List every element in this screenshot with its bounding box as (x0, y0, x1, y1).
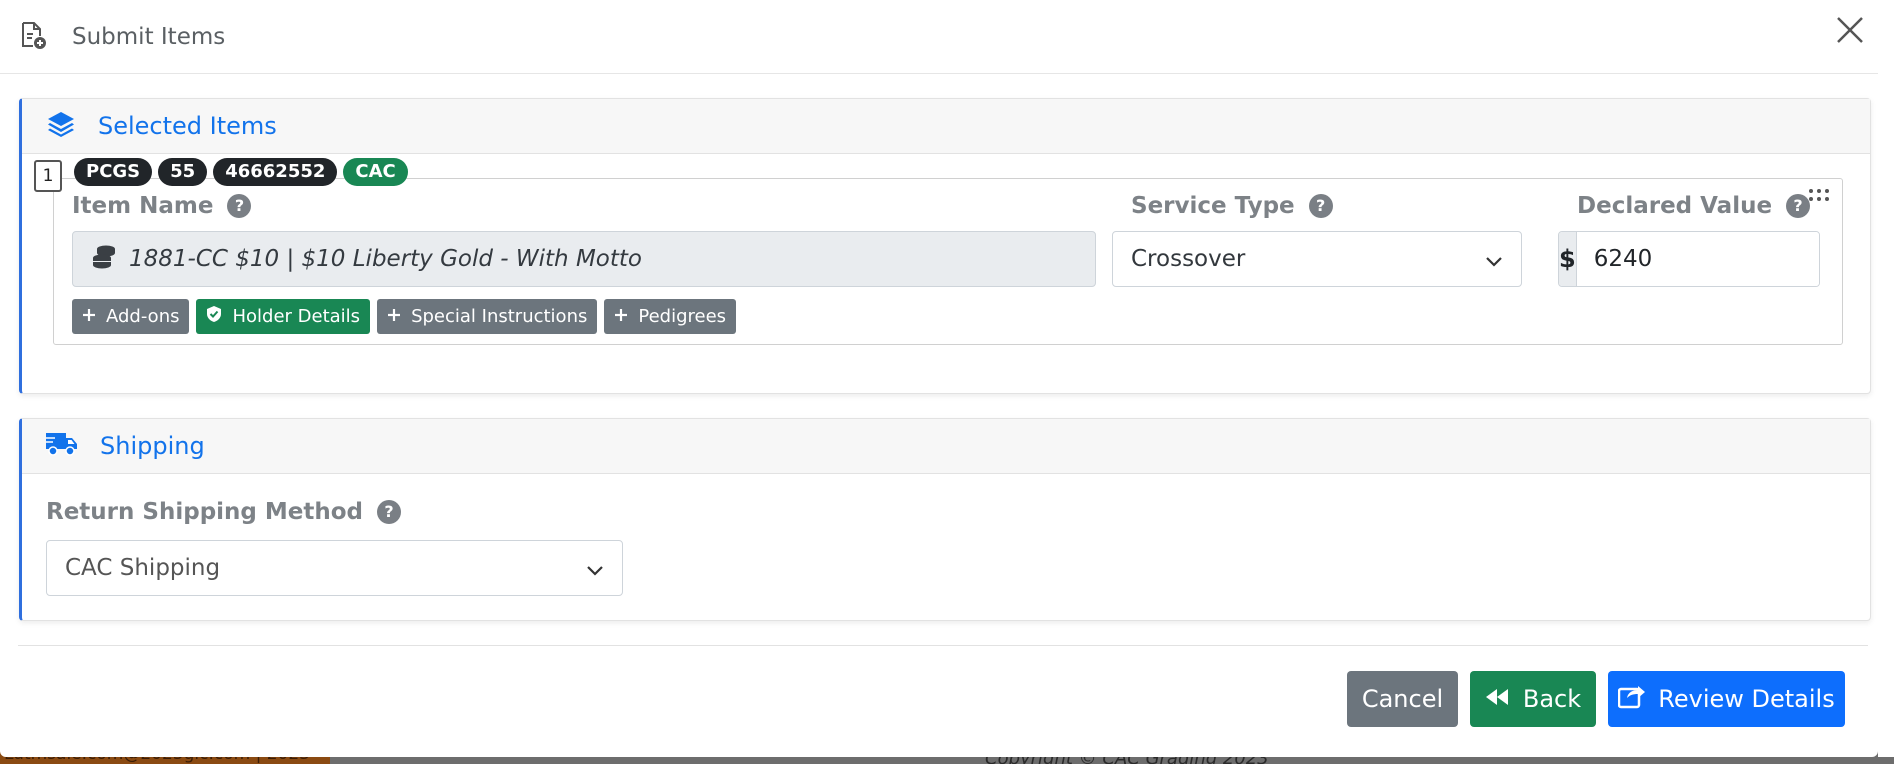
currency-prefix: $ (1559, 232, 1577, 286)
help-icon[interactable]: ? (1308, 194, 1333, 218)
shipping-card: Shipping Return Shipping Method ? CAC Sh… (19, 418, 1871, 621)
item-actions: Add-ons Holder Details Special Instructi… (72, 299, 737, 334)
add-ons-button[interactable]: Add-ons (72, 299, 190, 334)
help-icon[interactable]: ? (227, 194, 252, 218)
service-type-label: Service Type ? (1131, 193, 1333, 219)
selected-items-card: Selected Items Item Name ? 1881-CC $10 |… (19, 98, 1871, 394)
shield-check-icon (206, 305, 222, 328)
cert-number-badge: 46662552 (213, 158, 338, 186)
chevron-down-icon (586, 559, 604, 585)
plus-icon (387, 306, 401, 327)
service-type-value: Crossover (1131, 246, 1246, 272)
file-add-icon (18, 20, 48, 54)
selected-items-title: Selected Items (98, 112, 277, 140)
truck-icon (45, 431, 78, 461)
back-button[interactable]: Back (1470, 671, 1596, 727)
footer-divider (18, 645, 1868, 646)
pedigrees-button[interactable]: Pedigrees (604, 299, 737, 334)
plus-icon (82, 306, 96, 327)
backward-icon (1485, 685, 1511, 713)
chevron-down-icon (1485, 250, 1503, 276)
holder-details-button[interactable]: Holder Details (196, 299, 371, 334)
drag-handle-icon[interactable] (1808, 187, 1830, 206)
declared-value-label: Declared Value ? (1577, 193, 1811, 219)
close-icon (1835, 15, 1865, 49)
item-name-field: 1881-CC $10 | $10 Liberty Gold - With Mo… (72, 231, 1096, 287)
special-instructions-button[interactable]: Special Instructions (377, 299, 598, 334)
selected-items-header: Selected Items (22, 99, 1870, 154)
help-icon[interactable]: ? (377, 500, 402, 524)
share-icon (1618, 683, 1646, 715)
item-name-label: Item Name ? (72, 193, 252, 219)
return-shipping-value: CAC Shipping (65, 555, 221, 581)
help-icon[interactable]: ? (1786, 194, 1811, 218)
shipping-header: Shipping (22, 419, 1870, 474)
submit-items-modal: Submit Items Selected Items Item Name ? … (0, 0, 1878, 757)
item-name-value: 1881-CC $10 | $10 Liberty Gold - With Mo… (129, 246, 642, 272)
grading-service-badge: PCGS (74, 158, 153, 186)
plus-icon (614, 306, 628, 327)
item-badges: PCGS 55 46662552 CAC (74, 158, 408, 186)
declared-value-input[interactable] (1576, 232, 1819, 286)
layers-icon (46, 110, 76, 142)
coins-icon (91, 244, 117, 274)
return-shipping-select[interactable]: CAC Shipping (46, 540, 623, 596)
modal-title: Submit Items (72, 23, 226, 50)
scrollbar[interactable] (1878, 0, 1894, 757)
shipping-title: Shipping (100, 432, 205, 460)
cac-badge: CAC (343, 158, 408, 186)
item-number: 1 (34, 160, 62, 192)
close-button[interactable] (1830, 12, 1870, 52)
return-shipping-label: Return Shipping Method ? (46, 499, 402, 525)
modal-header: Submit Items (0, 0, 1878, 74)
cancel-button[interactable]: Cancel (1347, 671, 1458, 727)
grade-badge: 55 (158, 158, 208, 186)
declared-value-group: $ (1558, 231, 1820, 287)
service-type-select[interactable]: Crossover (1112, 231, 1522, 287)
item-card: Item Name ? 1881-CC $10 | $10 Liberty Go… (53, 178, 1843, 345)
review-details-button[interactable]: Review Details (1608, 671, 1845, 727)
